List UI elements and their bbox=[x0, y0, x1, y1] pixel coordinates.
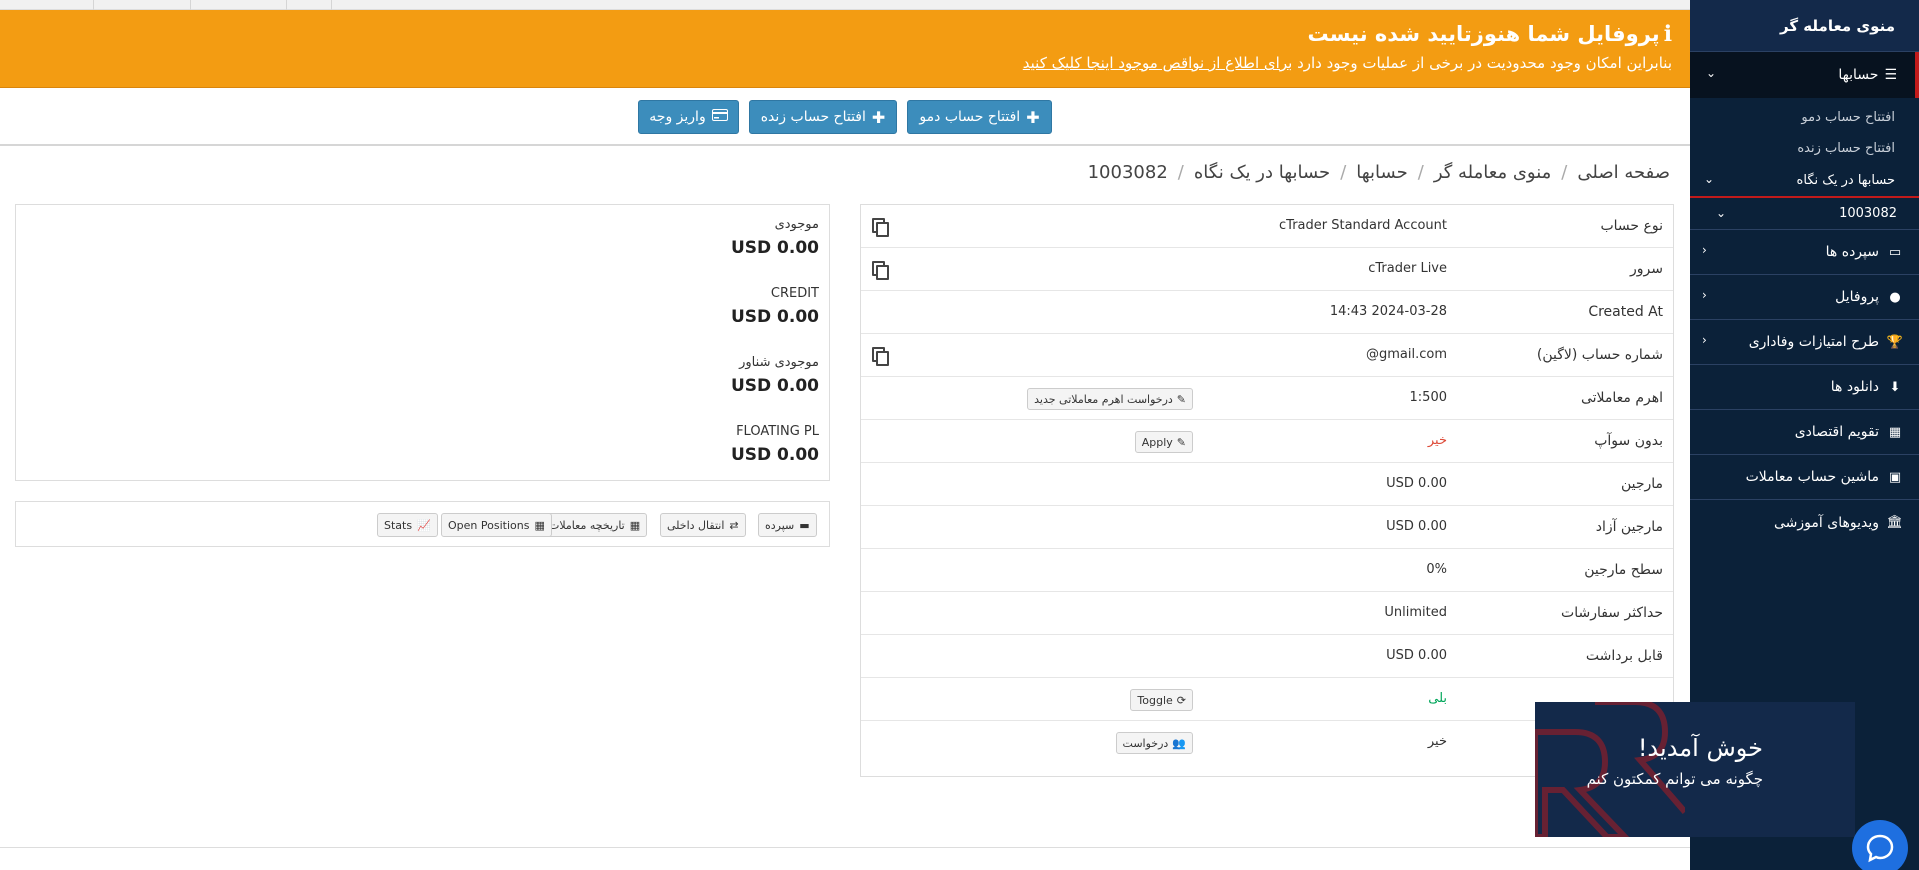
profile-warning-banner: ℹ پروفایل شما هنوزتایید شده نیست بنابرای… bbox=[0, 10, 1690, 88]
chevron-left-icon: ‹ bbox=[1702, 243, 1707, 257]
open-positions-tab-button[interactable]: Open Positions ▦ bbox=[441, 513, 552, 537]
banner-link[interactable]: برای اطلاع از نواقص موجود اینجا کلیک کنی… bbox=[1023, 54, 1293, 72]
account-details-table: نوع حساب cTrader Standard Account سرور c… bbox=[860, 204, 1674, 777]
sidebar-item-account[interactable]: 1003082 ⌄ bbox=[1690, 198, 1919, 230]
detail-row-account-type: نوع حساب cTrader Standard Account bbox=[861, 205, 1673, 248]
chevron-left-icon: ‹ bbox=[1702, 333, 1707, 347]
edit-icon: ✎ bbox=[1176, 392, 1186, 406]
breadcrumb-trader-menu[interactable]: منوی معامله گر bbox=[1434, 162, 1551, 183]
request-leverage-button[interactable]: ✎ درخواست اهرم معاملاتی جدید bbox=[1027, 388, 1193, 410]
floating-pl-item: FLOATING PL USD 0.00 bbox=[730, 424, 819, 465]
sidebar-item-deposits[interactable]: ▭ سپرده ها ‹ bbox=[1690, 230, 1919, 275]
chevron-down-icon: ⌄ bbox=[1706, 66, 1717, 80]
toggle-button[interactable]: ⟳ Toggle bbox=[1130, 689, 1193, 711]
breadcrumb-home[interactable]: صفحه اصلی bbox=[1577, 162, 1670, 183]
table-icon: ▦ bbox=[534, 518, 545, 532]
floating-balance-item: موجودی شناور USD 0.00 bbox=[730, 355, 819, 396]
copy-icon[interactable] bbox=[872, 347, 889, 366]
table-icon: ▦ bbox=[629, 518, 641, 532]
exchange-icon: ⇄ bbox=[729, 518, 739, 532]
sidebar-item-open-live[interactable]: افتتاح حساب زنده bbox=[1690, 133, 1919, 164]
chat-subtitle: چگونه می توانم کمکتون کنم bbox=[1586, 770, 1763, 788]
calculator-icon: ▣ bbox=[1888, 469, 1902, 485]
detail-row-server: سرور cTrader Live bbox=[861, 248, 1673, 291]
wallet-icon: ▭ bbox=[1888, 244, 1902, 260]
sidebar-item-loyalty[interactable]: 🏆 طرح امتیازات وفاداری ‹ bbox=[1690, 320, 1919, 365]
request-button[interactable]: 👥 درخواست bbox=[1115, 732, 1193, 754]
stats-tab-button[interactable]: Stats 📈 bbox=[377, 513, 438, 537]
download-icon: ⬇ bbox=[1889, 379, 1901, 395]
trade-history-tab-button[interactable]: تاریخچه معاملات ▦ bbox=[542, 513, 648, 537]
divider bbox=[0, 847, 1690, 848]
edit-icon: ✎ bbox=[1176, 435, 1186, 449]
breadcrumb-accounts-glance[interactable]: حسابها در یک نگاه bbox=[1194, 162, 1330, 183]
internal-transfer-tab-button[interactable]: انتقال داخلی ⇄ bbox=[660, 513, 746, 537]
open-live-account-button[interactable]: ✚ افتتاح حساب زنده bbox=[749, 100, 897, 134]
detail-row-free-margin: مارجین آزاد USD 0.00 bbox=[861, 506, 1673, 549]
detail-row-margin-level: سطح مارجین 0% bbox=[861, 549, 1673, 592]
banner-text: بنابراین امکان وجود محدودیت در برخی از ع… bbox=[1297, 54, 1672, 72]
user-icon: ● bbox=[1889, 289, 1901, 305]
detail-row-leverage: اهرم معاملاتی 1:500 ✎ درخواست اهرم معامل… bbox=[861, 377, 1673, 420]
sidebar-item-videos[interactable]: 🏛 ویدیوهای آموزشی bbox=[1690, 500, 1919, 545]
sidebar-item-open-demo[interactable]: افتتاح حساب دمو bbox=[1690, 102, 1919, 133]
plus-icon: ✚ bbox=[871, 107, 886, 127]
sidebar-item-downloads[interactable]: ⬇ دانلود ها bbox=[1690, 365, 1919, 410]
chat-bubble-icon bbox=[1866, 834, 1894, 863]
breadcrumb-account-number: 1003082 bbox=[1087, 162, 1168, 183]
sidebar-title: منوی معامله گر bbox=[1690, 0, 1919, 52]
detail-row-withdrawable: قابل برداشت USD 0.00 bbox=[861, 635, 1673, 678]
sidebar-item-calendar[interactable]: ▦ تقویم اقتصادی bbox=[1690, 410, 1919, 455]
chevron-left-icon: ‹ bbox=[1702, 288, 1707, 302]
sidebar-item-accounts-glance[interactable]: حسابها در یک نگاه ⌄ bbox=[1690, 164, 1919, 198]
sidebar-item-profile[interactable]: ● پروفایل ‹ bbox=[1690, 275, 1919, 320]
breadcrumb: صفحه اصلی / منوی معامله گر / حسابها / حس… bbox=[1087, 162, 1670, 183]
info-icon: ℹ bbox=[1663, 21, 1672, 47]
credit-card-icon: ▬ bbox=[799, 518, 810, 532]
chevron-down-icon: ⌄ bbox=[1704, 172, 1715, 186]
deposit-funds-button[interactable]: واریز وجه bbox=[638, 100, 739, 134]
copy-icon[interactable] bbox=[872, 261, 889, 280]
deposit-tab-button[interactable]: سپرده ▬ bbox=[758, 513, 817, 537]
chat-launcher-button[interactable] bbox=[1852, 820, 1908, 870]
sidebar-item-calculator[interactable]: ▣ ماشین حساب معاملات bbox=[1690, 455, 1919, 500]
calendar-icon: ▦ bbox=[1888, 424, 1902, 440]
users-icon: 👥 bbox=[1172, 736, 1186, 750]
banner-title: پروفایل شما هنوزتایید شده نیست bbox=[1307, 22, 1660, 46]
refresh-icon: ⟳ bbox=[1176, 693, 1186, 707]
chevron-down-icon: ⌄ bbox=[1716, 206, 1727, 220]
detail-row-swap-free: بدون سوآپ خیر ✎ Apply bbox=[861, 420, 1673, 463]
sidebar-item-accounts[interactable]: ☰ حسابها ⌄ bbox=[1690, 52, 1919, 98]
copy-icon[interactable] bbox=[872, 218, 889, 237]
balance-item: موجودی USD 0.00 bbox=[730, 217, 819, 258]
breadcrumb-accounts[interactable]: حسابها bbox=[1356, 162, 1407, 183]
credit-card-icon bbox=[711, 109, 728, 125]
list-icon: ☰ bbox=[1884, 67, 1897, 83]
apply-swap-free-button[interactable]: ✎ Apply bbox=[1134, 431, 1193, 453]
detail-row-created-at: Created At 14:43 2024-03-28 bbox=[861, 291, 1673, 334]
action-bar: ✚ افتتاح حساب دمو ✚ افتتاح حساب زنده وار… bbox=[0, 88, 1690, 146]
top-tab-strip bbox=[0, 0, 1690, 10]
balance-panel: موجودی USD 0.00 CREDIT USD 0.00 موجودی ش… bbox=[15, 204, 830, 481]
account-actions-panel: سپرده ▬ انتقال داخلی ⇄ تاریخچه معاملات ▦… bbox=[15, 501, 830, 547]
open-demo-account-button[interactable]: ✚ افتتاح حساب دمو bbox=[907, 100, 1052, 134]
credit-item: CREDIT USD 0.00 bbox=[730, 286, 819, 327]
trophy-icon: 🏆 bbox=[1886, 334, 1903, 350]
chart-icon: 📈 bbox=[417, 518, 431, 532]
chat-welcome-popup[interactable]: خوش آمدید! چگونه می توانم کمکتون کنم bbox=[1535, 702, 1855, 837]
detail-row-login: شماره حساب (لاگین) @gmail.com bbox=[861, 334, 1673, 377]
chat-title: خوش آمدید! bbox=[1637, 734, 1763, 762]
detail-row-max-orders: حداکثر سفارشات Unlimited bbox=[861, 592, 1673, 635]
plus-icon: ✚ bbox=[1026, 107, 1040, 127]
bank-icon: 🏛 bbox=[1886, 515, 1903, 530]
detail-row-margin: مارجین USD 0.00 bbox=[861, 463, 1673, 506]
